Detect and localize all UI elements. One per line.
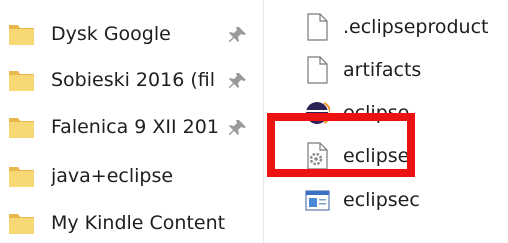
file-item-eclipseproduct[interactable]: .eclipseproduct	[264, 8, 508, 44]
nav-item-sobieski-2016[interactable]: Sobieski 2016 (fil	[0, 62, 262, 98]
nav-item-my-kindle-content[interactable]: My Kindle Content	[0, 205, 262, 241]
pin-icon[interactable]	[228, 71, 248, 91]
config-file-icon	[307, 142, 328, 170]
file-name: eclipsec	[343, 189, 420, 211]
folder-icon	[9, 25, 34, 45]
blank-file-icon	[307, 56, 328, 84]
file-name: eclipse	[343, 145, 410, 167]
nav-item-label: Dysk Google	[51, 23, 171, 45]
console-app-icon	[305, 190, 330, 211]
nav-item-dysk-google[interactable]: Dysk Google	[0, 16, 262, 52]
file-explorer: Dysk Google Sobieski 2016 (fil Falenica …	[0, 0, 508, 243]
nav-item-falenica[interactable]: Falenica 9 XII 201	[0, 109, 262, 145]
folder-icon	[9, 214, 34, 234]
nav-item-label: Falenica 9 XII 201	[51, 116, 219, 138]
file-name: eclipse	[343, 102, 410, 124]
navigation-pane: Dysk Google Sobieski 2016 (fil Falenica …	[0, 0, 262, 243]
nav-item-java-eclipse[interactable]: java+eclipse	[0, 158, 262, 194]
pin-icon[interactable]	[228, 118, 248, 138]
file-list: .eclipseproduct artifacts eclipse eclips…	[264, 0, 508, 243]
file-item-eclipsec[interactable]: eclipsec	[264, 181, 508, 217]
pin-icon[interactable]	[228, 25, 248, 45]
blank-file-icon	[307, 13, 328, 41]
folder-icon	[9, 167, 34, 187]
file-name: artifacts	[343, 59, 422, 81]
file-item-eclipse-config[interactable]: eclipse	[264, 137, 508, 173]
nav-item-label: My Kindle Content	[51, 212, 226, 234]
nav-item-label: Sobieski 2016 (fil	[51, 69, 215, 91]
file-item-artifacts[interactable]: artifacts	[264, 51, 508, 87]
nav-item-label: java+eclipse	[51, 165, 174, 187]
file-name: .eclipseproduct	[343, 16, 489, 38]
file-item-eclipse-exe[interactable]: eclipse	[264, 94, 508, 130]
folder-icon	[9, 71, 34, 91]
eclipse-app-icon	[306, 102, 330, 124]
folder-icon	[9, 118, 34, 138]
